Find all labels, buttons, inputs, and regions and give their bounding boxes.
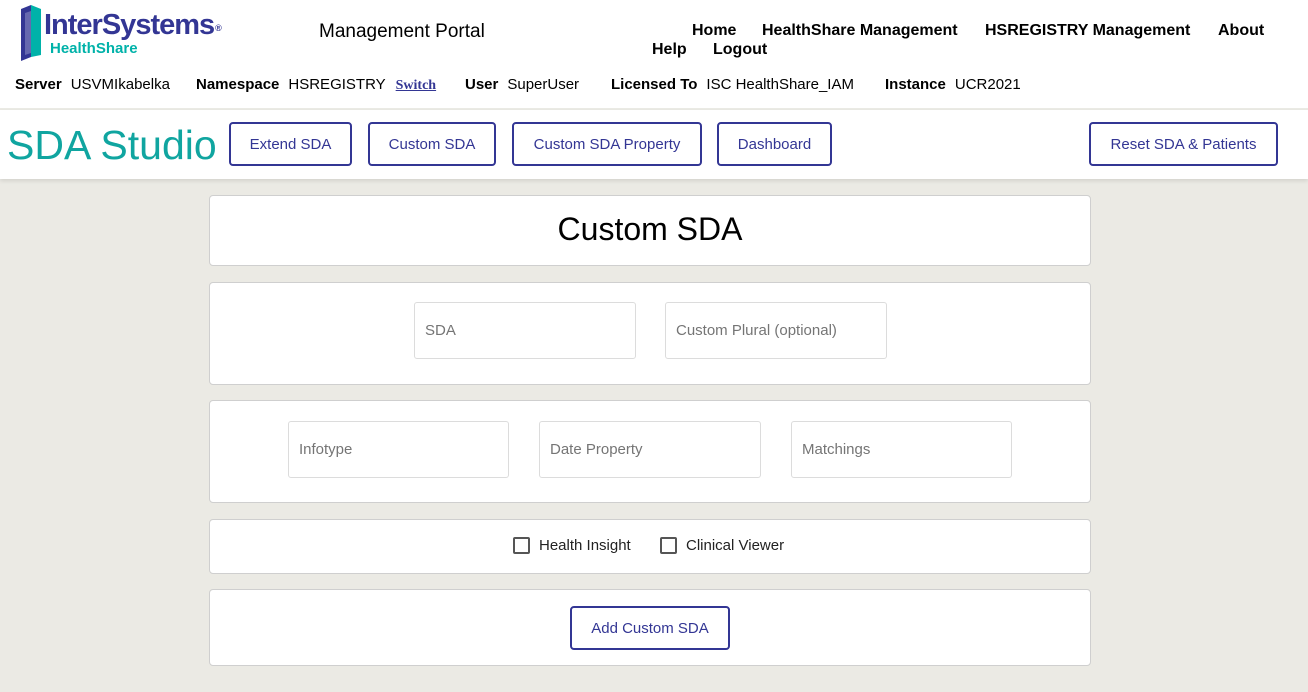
registered-mark: ® bbox=[215, 23, 222, 33]
clinical-viewer-option[interactable]: Clinical Viewer bbox=[660, 537, 784, 554]
nav-hsregistry-management[interactable]: HSREGISTRY Management bbox=[985, 21, 1190, 40]
namespace-info: Namespace HSREGISTRY Switch bbox=[196, 76, 436, 95]
dashboard-button[interactable]: Dashboard bbox=[717, 122, 832, 166]
sda-name-card bbox=[209, 282, 1091, 385]
sda-details-card bbox=[209, 400, 1091, 503]
licensed-value: ISC HealthShare_IAM bbox=[706, 76, 854, 93]
health-insight-label: Health Insight bbox=[539, 537, 631, 554]
intersystems-logo[interactable]: InterSystems® HealthShare bbox=[19, 5, 259, 61]
nav-logout[interactable]: Logout bbox=[713, 40, 767, 59]
nav-about[interactable]: About bbox=[1218, 21, 1264, 40]
logo-brand-text: InterSystems® bbox=[44, 9, 222, 41]
nav-home[interactable]: Home bbox=[692, 21, 736, 40]
user-info: User SuperUser bbox=[465, 76, 579, 94]
reset-sda-patients-button[interactable]: Reset SDA & Patients bbox=[1089, 122, 1278, 166]
server-label: Server bbox=[15, 76, 62, 93]
studio-title: SDA Studio bbox=[7, 122, 217, 168]
server-info: Server USVMIkabelka bbox=[15, 76, 170, 94]
namespace-value: HSREGISTRY bbox=[288, 76, 386, 93]
nav-help[interactable]: Help bbox=[652, 40, 687, 59]
submit-card: Add Custom SDA bbox=[209, 589, 1091, 666]
namespace-label: Namespace bbox=[196, 76, 280, 93]
intersystems-logo-icon bbox=[21, 5, 41, 61]
clinical-viewer-label: Clinical Viewer bbox=[686, 537, 785, 554]
sda-input[interactable] bbox=[414, 302, 636, 359]
portal-title: Management Portal bbox=[319, 21, 485, 42]
clinical-viewer-checkbox[interactable] bbox=[660, 537, 677, 554]
studio-toolbar: SDA Studio Extend SDA Custom SDA Custom … bbox=[0, 110, 1308, 179]
logo-product-text: HealthShare bbox=[50, 40, 138, 57]
nav-healthshare-management[interactable]: HealthShare Management bbox=[762, 21, 958, 40]
instance-info: Instance UCR2021 bbox=[885, 76, 1021, 94]
licensed-label: Licensed To bbox=[611, 76, 698, 93]
infotype-input[interactable] bbox=[288, 421, 509, 478]
instance-label: Instance bbox=[885, 76, 946, 93]
custom-sda-button[interactable]: Custom SDA bbox=[368, 122, 496, 166]
date-property-input[interactable] bbox=[539, 421, 761, 478]
matchings-input[interactable] bbox=[791, 421, 1012, 478]
form-heading-card: Custom SDA bbox=[209, 195, 1091, 266]
custom-plural-input[interactable] bbox=[665, 302, 887, 359]
form-heading: Custom SDA bbox=[557, 211, 743, 247]
switch-namespace-link[interactable]: Switch bbox=[396, 78, 436, 93]
user-value: SuperUser bbox=[507, 76, 580, 93]
custom-sda-property-button[interactable]: Custom SDA Property bbox=[512, 122, 702, 166]
instance-value: UCR2021 bbox=[954, 76, 1021, 93]
extend-sda-button[interactable]: Extend SDA bbox=[229, 122, 352, 166]
add-custom-sda-button[interactable]: Add Custom SDA bbox=[570, 606, 730, 650]
viewer-options-card: Health Insight Clinical Viewer bbox=[209, 519, 1091, 574]
server-value: USVMIkabelka bbox=[70, 76, 170, 93]
health-insight-checkbox[interactable] bbox=[513, 537, 530, 554]
portal-header: InterSystems® HealthShare Management Por… bbox=[0, 0, 1308, 108]
licensed-info: Licensed To ISC HealthShare_IAM bbox=[611, 76, 854, 94]
health-insight-option[interactable]: Health Insight bbox=[513, 537, 631, 554]
user-label: User bbox=[465, 76, 499, 93]
